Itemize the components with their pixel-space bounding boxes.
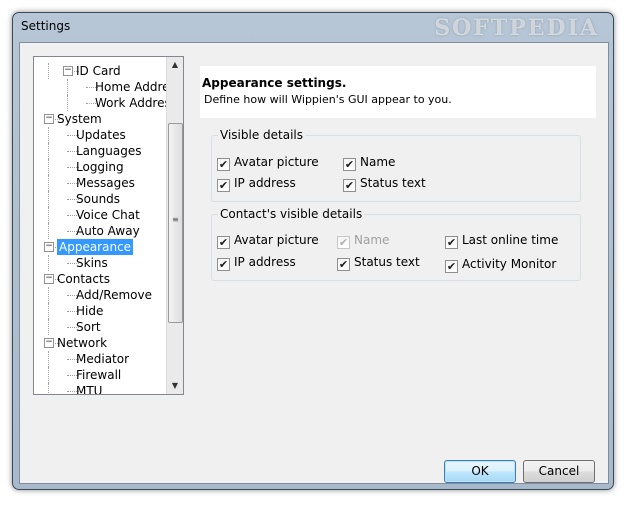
page-header: Appearance settings. Define how will Wip… xyxy=(200,66,596,118)
tree-connector xyxy=(48,223,49,239)
contact-name-label: Name xyxy=(354,233,390,247)
tree-item-network[interactable]: Network xyxy=(57,335,107,351)
scroll-up-icon[interactable]: ▲ xyxy=(167,57,183,73)
tree-item-add-remove[interactable]: Add/Remove xyxy=(76,287,152,303)
page-title: Appearance settings. xyxy=(202,76,347,90)
checkbox-icon: ✔ xyxy=(337,236,350,249)
tree-connector xyxy=(48,159,49,175)
cancel-button[interactable]: Cancel xyxy=(523,460,595,483)
tree-item-mediator[interactable]: Mediator xyxy=(76,351,129,367)
tree-connector xyxy=(48,255,49,271)
tree-connector xyxy=(67,95,68,111)
visible-details-legend: Visible details xyxy=(220,128,303,142)
watermark-logo: SOFTPEDIA xyxy=(434,15,599,41)
name-label: Name xyxy=(360,155,396,169)
scroll-thumb[interactable]: ≡ xyxy=(168,123,183,323)
tree-connector xyxy=(48,383,49,394)
checkbox-icon: ✔ xyxy=(217,158,230,171)
checkbox-icon: ✔ xyxy=(343,158,356,171)
activity-monitor-checkbox[interactable]: ✔ Activity Monitor xyxy=(445,257,556,273)
collapse-icon[interactable]: − xyxy=(44,338,54,348)
tree-item-messages[interactable]: Messages xyxy=(76,175,135,191)
tree-connector xyxy=(48,175,49,191)
settings-window: Settings SOFTPEDIA − ID Card Home Address W… xyxy=(12,12,614,490)
contact-avatar-picture-label: Avatar picture xyxy=(234,233,319,247)
tree-item-skins[interactable]: Skins xyxy=(76,255,108,271)
tree-connector xyxy=(48,367,49,383)
scroll-down-icon[interactable]: ▼ xyxy=(167,378,183,394)
collapse-icon[interactable]: − xyxy=(44,242,54,252)
checkbox-icon: ✔ xyxy=(217,179,230,192)
dialog-client-area: − ID Card Home Address Work Address − System U… xyxy=(19,42,609,484)
checkbox-icon: ✔ xyxy=(217,258,230,271)
tree-item-id-card[interactable]: ID Card xyxy=(76,63,121,79)
tree-scrollbar[interactable]: ▲ ≡ ▼ xyxy=(166,57,183,394)
tree-item-mtu[interactable]: MTU xyxy=(76,383,102,394)
tree-item-appearance[interactable]: Appearance xyxy=(57,239,134,255)
tree-connector xyxy=(48,63,49,79)
title-bar[interactable]: Settings SOFTPEDIA xyxy=(13,13,613,41)
contact-ip-address-checkbox[interactable]: ✔ IP address xyxy=(217,255,296,271)
collapse-icon[interactable]: − xyxy=(44,274,54,284)
tree-connector xyxy=(48,191,49,207)
contact-status-text-checkbox[interactable]: ✔ Status text xyxy=(337,255,420,271)
checkbox-icon: ✔ xyxy=(445,260,458,273)
tree-item-work-address[interactable]: Work Address xyxy=(95,95,177,111)
settings-tree[interactable]: − ID Card Home Address Work Address − System U… xyxy=(33,56,184,395)
collapse-icon[interactable]: − xyxy=(44,114,54,124)
collapse-icon[interactable]: − xyxy=(63,66,73,76)
contact-status-text-label: Status text xyxy=(354,255,420,269)
contacts-visible-details-legend: Contact's visible details xyxy=(220,207,363,221)
contact-name-checkbox: ✔ Name xyxy=(337,233,389,249)
status-text-label: Status text xyxy=(360,176,426,190)
tree-connector xyxy=(48,287,49,303)
tree-item-voice-chat[interactable]: Voice Chat xyxy=(76,207,140,223)
tree-connector xyxy=(48,207,49,223)
tree-item-auto-away[interactable]: Auto Away xyxy=(76,223,140,239)
tree-connector xyxy=(48,319,49,335)
tree-connector xyxy=(67,79,68,95)
tree-item-contacts[interactable]: Contacts xyxy=(57,271,110,287)
tree-connector xyxy=(48,127,49,143)
tree-item-sounds[interactable]: Sounds xyxy=(76,191,120,207)
tree-connector xyxy=(48,351,49,367)
status-text-checkbox[interactable]: ✔ Status text xyxy=(343,176,426,192)
tree-item-sort[interactable]: Sort xyxy=(76,319,101,335)
avatar-picture-checkbox[interactable]: ✔ Avatar picture xyxy=(217,155,319,171)
tree-item-logging[interactable]: Logging xyxy=(76,159,124,175)
checkbox-icon: ✔ xyxy=(445,236,458,249)
name-checkbox[interactable]: ✔ Name xyxy=(343,155,395,171)
checkbox-icon: ✔ xyxy=(343,179,356,192)
tree-item-system[interactable]: System xyxy=(57,111,102,127)
ip-address-checkbox[interactable]: ✔ IP address xyxy=(217,176,296,192)
contact-ip-address-label: IP address xyxy=(234,255,296,269)
ok-button[interactable]: OK xyxy=(444,460,516,483)
checkbox-icon: ✔ xyxy=(337,258,350,271)
tree-item-hide[interactable]: Hide xyxy=(76,303,103,319)
checkbox-icon: ✔ xyxy=(217,236,230,249)
window-title: Settings xyxy=(21,19,71,33)
activity-monitor-label: Activity Monitor xyxy=(462,257,557,271)
last-online-time-label: Last online time xyxy=(462,233,559,247)
avatar-picture-label: Avatar picture xyxy=(234,155,319,169)
grip-icon: ≡ xyxy=(172,215,179,224)
page-subtitle: Define how will Wippien's GUI appear to … xyxy=(204,93,452,106)
tree-item-updates[interactable]: Updates xyxy=(76,127,126,143)
last-online-time-checkbox[interactable]: ✔ Last online time xyxy=(445,233,558,249)
tree-item-firewall[interactable]: Firewall xyxy=(76,367,121,383)
tree-connector xyxy=(48,303,49,319)
tree-item-languages[interactable]: Languages xyxy=(76,143,141,159)
ip-address-label: IP address xyxy=(234,176,296,190)
tree-connector xyxy=(48,143,49,159)
contact-avatar-picture-checkbox[interactable]: ✔ Avatar picture xyxy=(217,233,319,249)
